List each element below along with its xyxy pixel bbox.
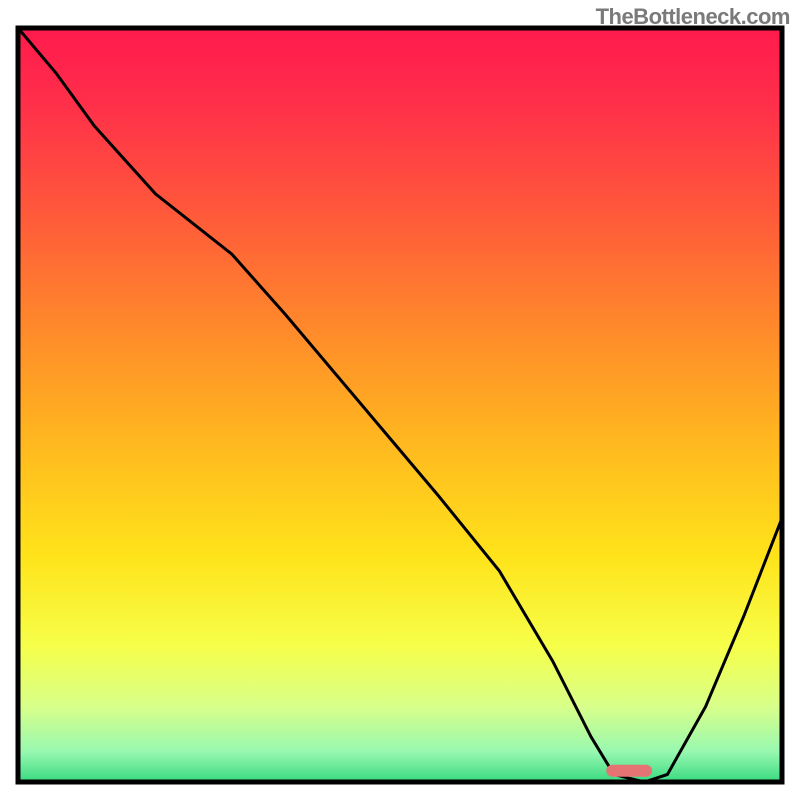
plot-background [18, 28, 782, 782]
optimal-marker [606, 765, 652, 777]
chart-svg [0, 0, 800, 800]
watermark-text: TheBottleneck.com [596, 4, 790, 30]
bottleneck-chart: TheBottleneck.com [0, 0, 800, 800]
